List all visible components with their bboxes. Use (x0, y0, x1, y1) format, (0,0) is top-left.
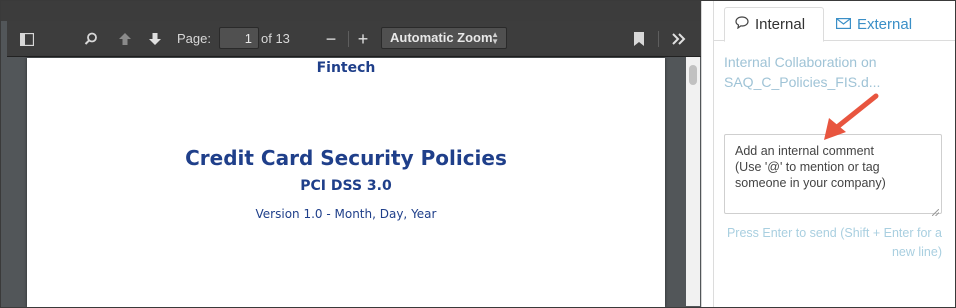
document-version: Version 1.0 - Month, Day, Year (255, 207, 437, 221)
pdf-viewer: Page: of 13 − + Automatic Zoom ▲▼ Fintec… (1, 1, 701, 307)
tools-double-chevron-icon[interactable] (667, 27, 691, 51)
pdf-toolbar: Page: of 13 − + Automatic Zoom ▲▼ (7, 21, 701, 57)
zoom-out-button[interactable]: − (319, 27, 343, 51)
page-area: Fintech Credit Card Security Policies PC… (7, 58, 687, 307)
panel-gutter (701, 1, 713, 307)
envelope-icon (836, 16, 852, 33)
pdf-page: Fintech Credit Card Security Policies PC… (27, 58, 665, 307)
plus-icon: + (357, 28, 369, 49)
send-hint-line: new line) (891, 245, 942, 259)
updown-caret-icon: ▲ ▼ (491, 30, 499, 46)
viewer-top-strip (1, 1, 701, 21)
bookmark-icon[interactable] (627, 27, 651, 51)
tab-external[interactable]: External (826, 7, 922, 41)
viewer-scrollbar[interactable] (686, 57, 700, 306)
zoom-select-value: Automatic Zoom (390, 30, 493, 45)
speech-bubble-icon (735, 16, 749, 33)
page-total-label: of 13 (261, 31, 290, 46)
zoom-select[interactable]: Automatic Zoom ▲ ▼ (381, 27, 507, 49)
comment-placeholder-line: (Use '@' to mention or tag (735, 160, 880, 174)
next-page-icon[interactable] (143, 27, 167, 51)
document-company: Fintech (316, 60, 376, 76)
page-label: Page: (177, 31, 211, 46)
tab-external-label: External (857, 15, 913, 33)
toolbar-divider (658, 31, 659, 47)
resize-grip-icon[interactable] (931, 204, 940, 217)
send-hint-line: Press Enter to send (Shift + Enter for a (726, 226, 942, 240)
toolbar-divider (348, 31, 349, 47)
tab-internal-label: Internal (755, 16, 806, 33)
previous-page-icon[interactable] (113, 27, 137, 51)
page-number-input[interactable] (219, 27, 259, 49)
minus-icon: − (325, 28, 337, 49)
document-subtitle: PCI DSS 3.0 (300, 178, 392, 194)
comment-placeholder-line: someone in your company) (735, 176, 886, 190)
document-title: Credit Card Security Policies (185, 146, 507, 170)
scrollbar-thumb[interactable] (689, 65, 697, 85)
internal-comment-input[interactable]: Add an internal comment (Use '@' to ment… (724, 134, 942, 217)
tab-internal[interactable]: Internal (724, 7, 824, 42)
collaboration-panel: Internal External Internal Collaboration… (713, 1, 956, 307)
zoom-in-button[interactable]: + (351, 27, 375, 51)
panel-tabs: Internal External (714, 7, 956, 42)
sidebar-toggle-icon[interactable] (15, 27, 39, 51)
panel-title: Internal Collaboration on SAQ_C_Policies… (724, 54, 881, 90)
send-hint: Press Enter to send (Shift + Enter for a… (718, 224, 942, 262)
comment-placeholder-line: Add an internal comment (735, 144, 874, 158)
search-icon[interactable] (79, 27, 103, 51)
